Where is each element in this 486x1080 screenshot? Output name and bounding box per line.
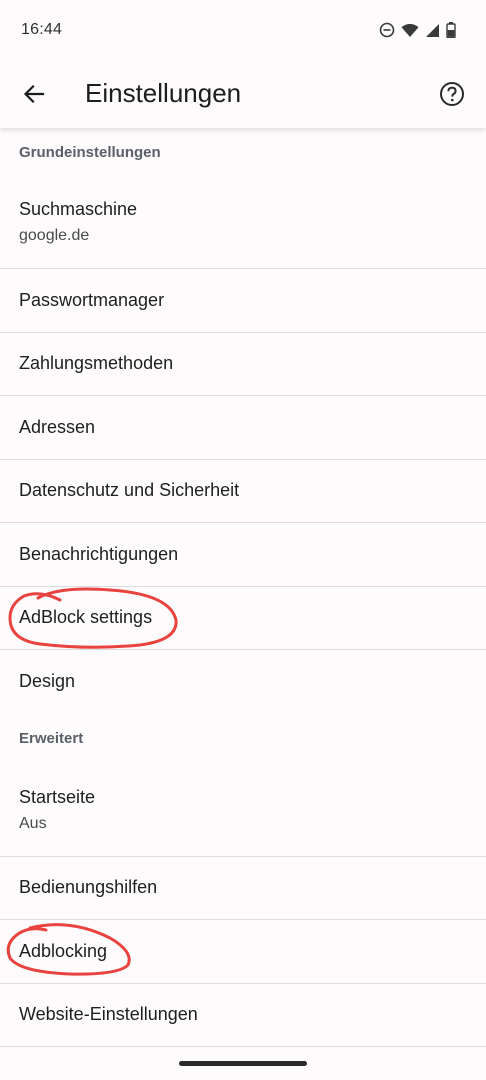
battery-icon [446,22,456,38]
help-button[interactable] [432,74,472,114]
settings-list: Grundeinstellungen Suchmaschine google.d… [0,128,486,1047]
back-button[interactable] [14,74,54,114]
setting-payment-methods[interactable]: Zahlungsmethoden [0,333,486,396]
setting-notifications[interactable]: Benachrichtigungen [0,523,486,587]
wifi-icon [401,23,419,37]
status-time: 16:44 [21,21,63,38]
setting-subtitle: google.de [19,227,90,244]
section-header-advanced: Erweitert [19,730,84,747]
setting-title: Website-Einstellungen [19,1004,198,1025]
setting-title: Adblocking [19,940,108,961]
setting-title: Datenschutz und Sicherheit [19,480,240,501]
setting-adblocking[interactable]: Adblocking [0,920,486,984]
setting-title: Bedienungshilfen [19,877,158,898]
setting-adblock-settings[interactable]: AdBlock settings [0,587,486,650]
setting-title: Passwortmanager [19,289,165,310]
status-bar: 16:44 [0,0,486,60]
app-bar: Einstellungen [0,60,486,128]
setting-title: Startseite [19,786,96,807]
home-indicator[interactable] [179,1061,307,1066]
setting-title: Suchmaschine [19,199,138,219]
setting-title: AdBlock settings [19,607,153,628]
cellular-signal-icon [426,23,439,37]
setting-addresses[interactable]: Adressen [0,396,486,460]
setting-privacy-security[interactable]: Datenschutz und Sicherheit [0,460,486,523]
setting-password-manager[interactable]: Passwortmanager [0,269,486,333]
do-not-disturb-icon [379,22,395,38]
setting-title: Adressen [19,416,96,437]
setting-search-engine[interactable]: Suchmaschine google.de [0,176,486,269]
setting-title: Zahlungsmethoden [19,353,174,374]
status-icons [379,22,456,38]
help-icon [440,82,464,106]
setting-accessibility[interactable]: Bedienungshilfen [0,857,486,920]
setting-title: Design [19,671,76,692]
setting-subtitle: Aus [19,814,47,832]
setting-website-settings[interactable]: Website-Einstellungen [0,984,486,1047]
setting-title: Benachrichtigungen [19,543,179,564]
setting-design[interactable]: Design [0,650,486,714]
setting-homepage[interactable]: Startseite Aus [0,764,486,857]
section-header-basic: Grundeinstellungen [19,143,161,161]
arrow-back-icon [23,84,45,104]
page-title: Einstellungen [85,78,242,108]
